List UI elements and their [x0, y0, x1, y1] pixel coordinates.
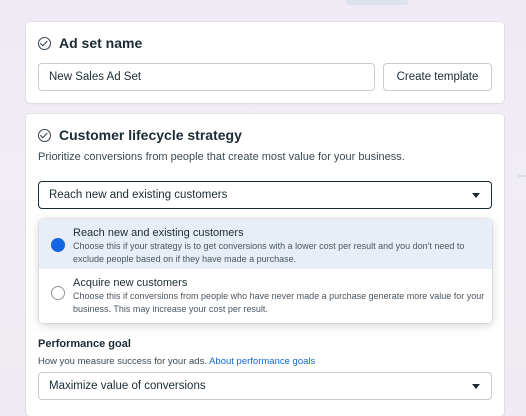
performance-goal-select[interactable]: Maximize value of conversions	[38, 372, 492, 400]
lifecycle-description: Prioritize conversions from people that …	[38, 151, 405, 163]
option-description: Choose this if conversions from people w…	[73, 291, 485, 314]
option-label: Acquire new customers	[73, 277, 188, 289]
option-reach-new-and-existing[interactable]: Reach new and existing customers Choose …	[39, 219, 492, 269]
performance-goal-description: How you measure success for your ads. Ab…	[38, 356, 315, 367]
ad-set-name-card: Ad set name New Sales Ad Set Create temp…	[26, 22, 504, 103]
option-label: Reach new and existing customers	[73, 227, 244, 239]
performance-goal-help-text: How you measure success for your ads.	[38, 356, 207, 367]
option-acquire-new-customers[interactable]: Acquire new customers Choose this if con…	[39, 269, 492, 323]
radio-selected-icon	[51, 238, 65, 252]
lifecycle-selected-value: Reach new and existing customers	[49, 189, 228, 201]
about-performance-goals-link[interactable]: About performance goals	[209, 356, 315, 367]
performance-goal-selected-value: Maximize value of conversions	[49, 380, 206, 392]
lifecycle-title-row: Customer lifecycle strategy	[38, 127, 242, 143]
caret-down-icon	[472, 384, 480, 389]
check-circle-icon	[38, 36, 51, 50]
ad-set-name-value: New Sales Ad Set	[49, 71, 142, 83]
ad-set-name-input[interactable]: New Sales Ad Set	[38, 63, 375, 91]
caret-down-icon	[472, 193, 480, 198]
option-description: Choose this if your strategy is to get c…	[73, 241, 465, 264]
top-tab-strip	[346, 0, 408, 5]
performance-goal-label: Performance goal	[38, 338, 131, 350]
create-template-button[interactable]: Create template	[383, 63, 492, 91]
ad-set-title-row: Ad set name	[38, 35, 142, 51]
radio-unselected-icon	[51, 286, 65, 300]
lifecycle-dropdown-menu: Reach new and existing customers Choose …	[39, 219, 492, 323]
side-divider	[518, 175, 526, 177]
ad-set-title: Ad set name	[59, 35, 143, 51]
lifecycle-strategy-select[interactable]: Reach new and existing customers	[38, 181, 492, 209]
check-circle-icon	[38, 128, 51, 142]
lifecycle-title: Customer lifecycle strategy	[59, 127, 242, 143]
